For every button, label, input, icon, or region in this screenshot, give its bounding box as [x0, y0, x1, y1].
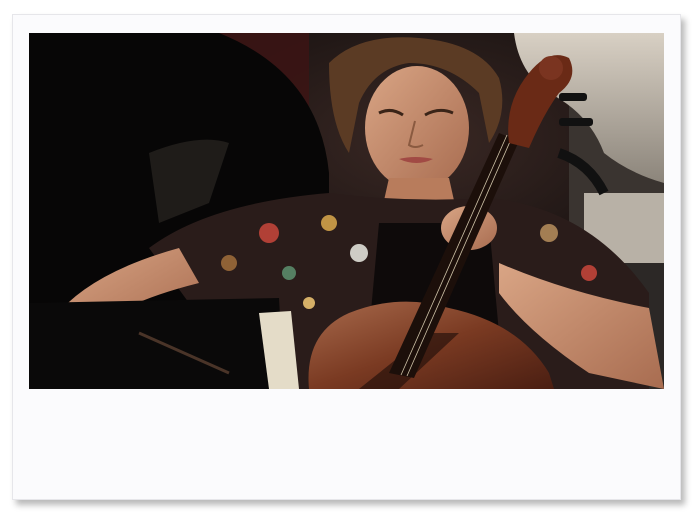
cellist-photo — [29, 33, 664, 389]
cellist-photo-illustration — [29, 33, 664, 389]
page — [0, 0, 700, 517]
polaroid-caption-area — [29, 395, 664, 485]
polaroid-frame — [12, 14, 681, 500]
